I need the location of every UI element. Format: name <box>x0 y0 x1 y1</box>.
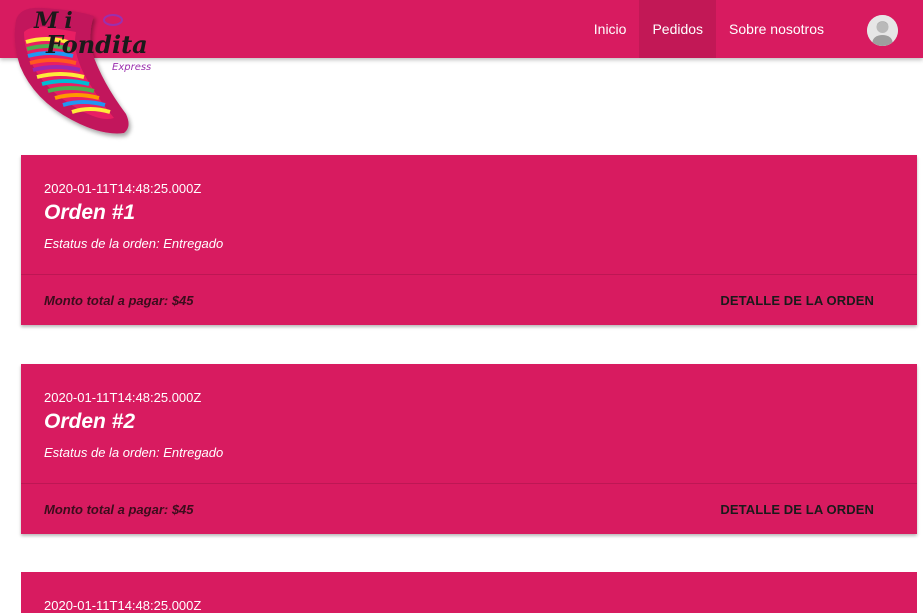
card-divider <box>21 483 917 484</box>
order-date: 2020-01-11T14:48:25.000Z <box>44 598 202 613</box>
order-date: 2020-01-11T14:48:25.000Z <box>44 390 202 405</box>
logo-text-fondita: Fondita <box>46 30 148 59</box>
nav-link-inicio[interactable]: Inicio <box>581 0 640 58</box>
nav-link-pedidos[interactable]: Pedidos <box>639 0 717 58</box>
user-avatar-icon[interactable] <box>867 15 898 46</box>
order-card: 2020-01-11T14:48:25.000Z Orden #1 Estatu… <box>21 155 917 325</box>
order-card: 2020-01-11T14:48:25.000Z <box>21 572 917 613</box>
order-status: Estatus de la orden: Entregado <box>44 236 224 251</box>
nav-link-sobre-nosotros[interactable]: Sobre nosotros <box>716 0 837 58</box>
order-detail-button[interactable]: DETALLE DE LA ORDEN <box>720 293 874 308</box>
logo-text-express: Express <box>112 62 152 73</box>
card-divider <box>21 274 917 275</box>
nav-links: Inicio Pedidos Sobre nosotros <box>581 0 837 58</box>
brand-logo[interactable]: Mi Fondita Express <box>6 2 156 147</box>
order-card: 2020-01-11T14:48:25.000Z Orden #2 Estatu… <box>21 364 917 534</box>
order-total: Monto total a pagar: $45 <box>44 293 194 308</box>
order-date: 2020-01-11T14:48:25.000Z <box>44 181 202 196</box>
logo-chili-icon <box>14 7 129 134</box>
order-title: Orden #2 <box>44 410 136 433</box>
order-title: Orden #1 <box>44 201 136 224</box>
order-status: Estatus de la orden: Entregado <box>44 445 224 460</box>
order-total: Monto total a pagar: $45 <box>44 502 194 517</box>
order-detail-button[interactable]: DETALLE DE LA ORDEN <box>720 502 874 517</box>
